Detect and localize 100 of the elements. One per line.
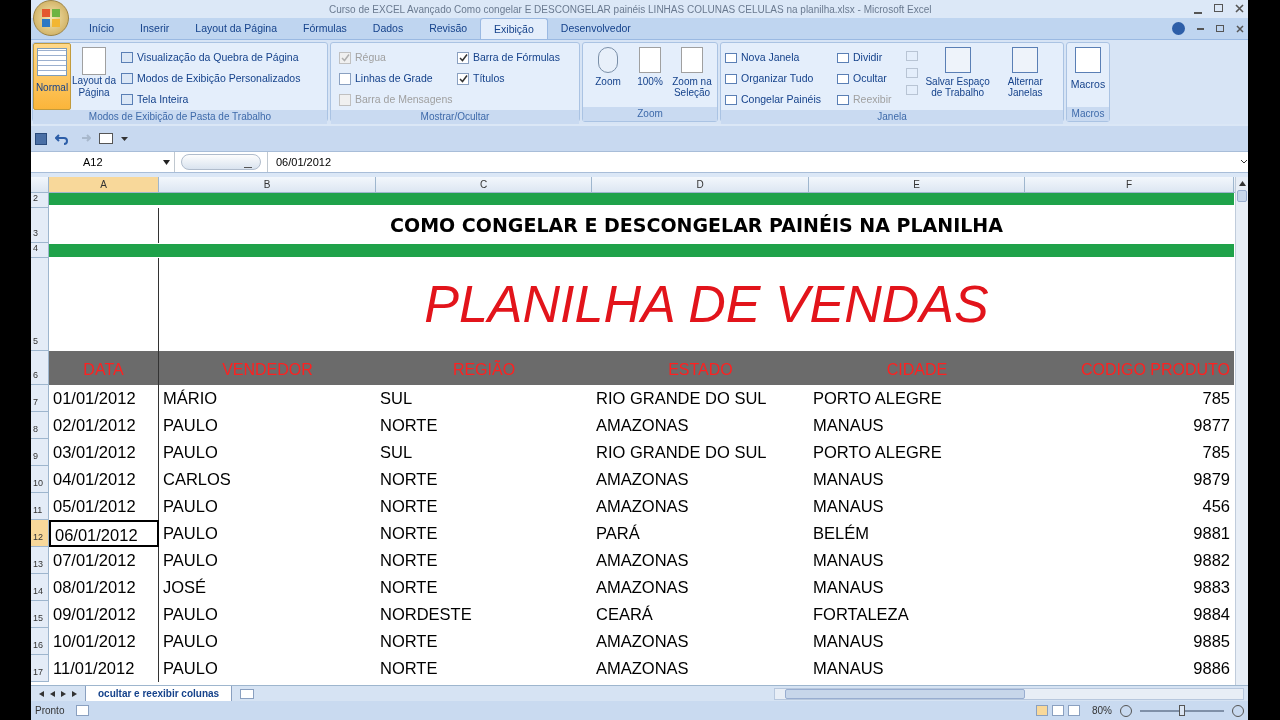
row-header[interactable]: 12	[31, 520, 49, 547]
row-header[interactable]: 14	[31, 574, 49, 601]
macros-button[interactable]: Macros	[1071, 47, 1105, 107]
horizontal-scroll-thumb[interactable]	[785, 688, 1026, 699]
zoom-slider-thumb[interactable]	[1179, 704, 1185, 716]
window-option[interactable]: Congelar Painéis	[725, 89, 837, 110]
page-icon	[639, 47, 661, 73]
ribbon-tab[interactable]: Início	[76, 18, 128, 39]
maximize-icon[interactable]	[1214, 4, 1223, 12]
row-header[interactable]: 5	[31, 258, 49, 351]
window-option[interactable]: Dividir	[837, 47, 907, 68]
table-cell-text: 9881	[1192, 523, 1231, 544]
table-cell-text: CARLOS	[162, 469, 232, 490]
formula-field[interactable]: 06/01/2012	[267, 152, 1240, 172]
row-header[interactable]: 8	[31, 412, 49, 439]
row-header[interactable]: 3	[31, 208, 49, 243]
row-header[interactable]: 7	[31, 385, 49, 412]
ribbon-tab[interactable]: Desenvolvedor	[547, 18, 644, 39]
column-header[interactable]: E	[809, 177, 1025, 192]
table-cell-text: AMAZONAS	[595, 631, 690, 652]
row-header[interactable]: 11	[31, 493, 49, 520]
table-cell-text: MANAUS	[812, 577, 885, 598]
row-header[interactable]: 17	[31, 655, 49, 682]
ribbon-tab[interactable]: Layout da Página	[182, 18, 291, 39]
table-cell-text: CEARÁ	[595, 604, 654, 625]
close-icon[interactable]	[1236, 24, 1244, 33]
undo-icon[interactable]	[55, 132, 69, 145]
save-icon	[35, 132, 47, 145]
table-cell-text: 9884	[1192, 604, 1231, 625]
table-cell-text: MANAUS	[812, 550, 885, 571]
table-cell-text: PAULO	[162, 604, 219, 625]
office-button[interactable]	[33, 0, 69, 36]
ribbon-tab[interactable]: Inserir	[127, 18, 183, 39]
zoom-button[interactable]: 100%	[629, 47, 671, 107]
scroll-thumb[interactable]	[1237, 190, 1247, 202]
sheet-tab[interactable]: ocultar e reexibir colunas	[85, 685, 233, 702]
checkbox[interactable]: Linhas de Grade	[339, 68, 457, 89]
group-label: Mostrar/Ocultar	[331, 110, 579, 124]
restore-icon[interactable]	[1216, 25, 1224, 32]
group-label: Zoom	[583, 107, 717, 121]
column-header[interactable]: A	[49, 177, 159, 192]
view-option[interactable]: Modos de Exibição Personalizados	[121, 68, 301, 89]
page-layout-button[interactable]: Layout da Página	[71, 47, 117, 110]
row-header[interactable]: 6	[31, 351, 49, 385]
row-header[interactable]: 4	[31, 243, 49, 258]
ribbon-tab[interactable]: Revisão	[416, 18, 481, 39]
page-break-icon	[1068, 705, 1080, 716]
column-header[interactable]: D	[592, 177, 809, 192]
row-header[interactable]: 13	[31, 547, 49, 574]
column-header[interactable]: F	[1025, 177, 1234, 192]
windows-icon	[944, 47, 971, 73]
view-option[interactable]: Visualização da Quebra de Página	[121, 47, 301, 68]
column-heading: CIDADE	[809, 351, 1025, 385]
table-cell-text: 9882	[1192, 550, 1231, 571]
table-cell-text: FORTALEZA	[812, 604, 910, 625]
column-header[interactable]: B	[159, 177, 376, 192]
window-button[interactable]: Salvar Espaço de Trabalho	[923, 47, 992, 110]
table-cell-text: MANAUS	[812, 631, 885, 652]
row-header[interactable]: 9	[31, 439, 49, 466]
normal-view-button[interactable]: Normal	[33, 43, 71, 110]
table-cell-text: 456	[1201, 496, 1231, 517]
customize-caret-icon[interactable]	[121, 135, 128, 142]
sync-scroll-icon	[906, 68, 919, 78]
column-header[interactable]: C	[376, 177, 592, 192]
zoom-level[interactable]: 80%	[1092, 703, 1112, 718]
checkbox[interactable]: Títulos	[457, 68, 560, 89]
table-cell-text: PORTO ALEGRE	[812, 388, 943, 409]
checkbox[interactable]: Barra de Fórmulas	[457, 47, 560, 68]
ribbon-tab[interactable]: Dados	[359, 18, 417, 39]
table-cell: 09/01/2012	[49, 601, 159, 628]
table-cell-text: MANAUS	[812, 658, 885, 679]
scroll-up-icon[interactable]	[1238, 181, 1246, 186]
window-option[interactable]: Ocultar	[837, 68, 907, 89]
sheet-title: COMO CONGELAR E DESCONGELAR PAINÉIS NA PLANILHA	[389, 213, 1004, 238]
window-option[interactable]: Organizar Tudo	[725, 68, 837, 89]
row-header[interactable]: 2	[31, 193, 49, 208]
view-option[interactable]: Tela Inteira	[121, 89, 301, 110]
column-heading: REGIÃO	[376, 351, 592, 385]
table-cell-text: AMAZONAS	[595, 415, 690, 436]
table-cell-text: PAULO	[162, 442, 219, 463]
table-cell: 06/01/2012	[49, 520, 159, 547]
name-box[interactable]: A12	[31, 152, 175, 172]
row-header[interactable]: 15	[31, 601, 49, 628]
window-button[interactable]: Alternar Janelas	[991, 47, 1059, 110]
close-icon[interactable]	[1235, 4, 1244, 13]
row-header[interactable]: 10	[31, 466, 49, 493]
ribbon-tab[interactable]: Fórmulas	[290, 18, 360, 39]
windows-icon	[1012, 47, 1039, 73]
expand-icon[interactable]	[1240, 158, 1248, 166]
row-header[interactable]: 16	[31, 628, 49, 655]
ribbon-tab[interactable]: Exibição	[480, 18, 548, 39]
table-cell-text: NORTE	[379, 469, 439, 490]
zoom-button[interactable]: Zoom	[587, 47, 629, 107]
table-cell-text: 9886	[1192, 658, 1231, 679]
zoom-button[interactable]: Zoom na Seleção	[671, 47, 713, 107]
window-option[interactable]: Nova Janela	[725, 47, 837, 68]
table-cell: 01/01/2012	[49, 385, 159, 412]
view-icon	[121, 52, 133, 63]
table-cell-text: AMAZONAS	[595, 550, 690, 571]
minimize-icon[interactable]	[1197, 27, 1204, 30]
